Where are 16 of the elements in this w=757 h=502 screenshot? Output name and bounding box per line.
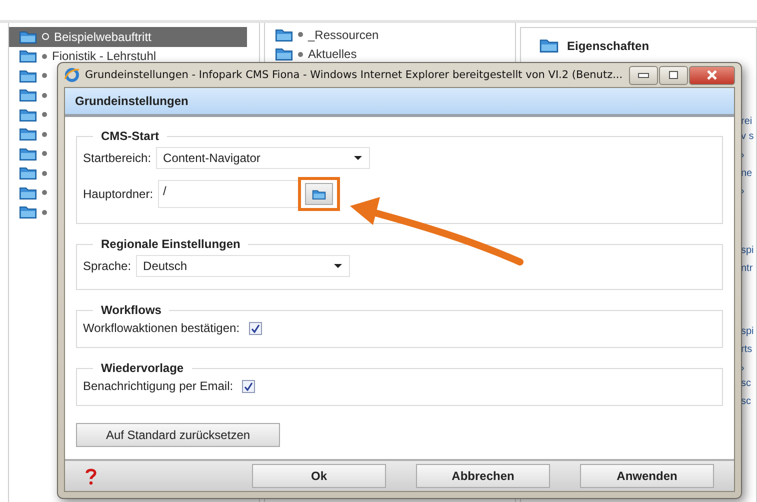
group-title: CMS-Start bbox=[100, 129, 160, 143]
window-title: Grundeinstellungen - Infopark CMS Fiona - Windows Internet Explorer bereitgestellt von VI.2 (Benutz... bbox=[85, 69, 624, 81]
tree-label: Fionistik - Lehrstuhl bbox=[52, 49, 156, 64]
partial-text: spi bbox=[741, 245, 754, 256]
field-label: Startbereich: bbox=[83, 151, 152, 165]
field-label: Hauptordner: bbox=[83, 187, 154, 201]
group-title: Wiedervorlage bbox=[100, 361, 185, 375]
group-title: Regionale Einstellungen bbox=[100, 237, 242, 251]
field-label: Workflowaktionen bestätigen: bbox=[83, 321, 240, 335]
field-label: Benachrichtigung per Email: bbox=[83, 379, 234, 393]
panel-title: Eigenschaften bbox=[567, 38, 650, 52]
group-title: Workflows bbox=[100, 303, 162, 317]
dialog-header: Grundeinstellungen bbox=[65, 88, 734, 117]
field-label: Sprache: bbox=[83, 259, 132, 273]
partial-text: spi bbox=[741, 326, 754, 337]
tree-label: Beispielwebauftritt bbox=[54, 30, 152, 44]
